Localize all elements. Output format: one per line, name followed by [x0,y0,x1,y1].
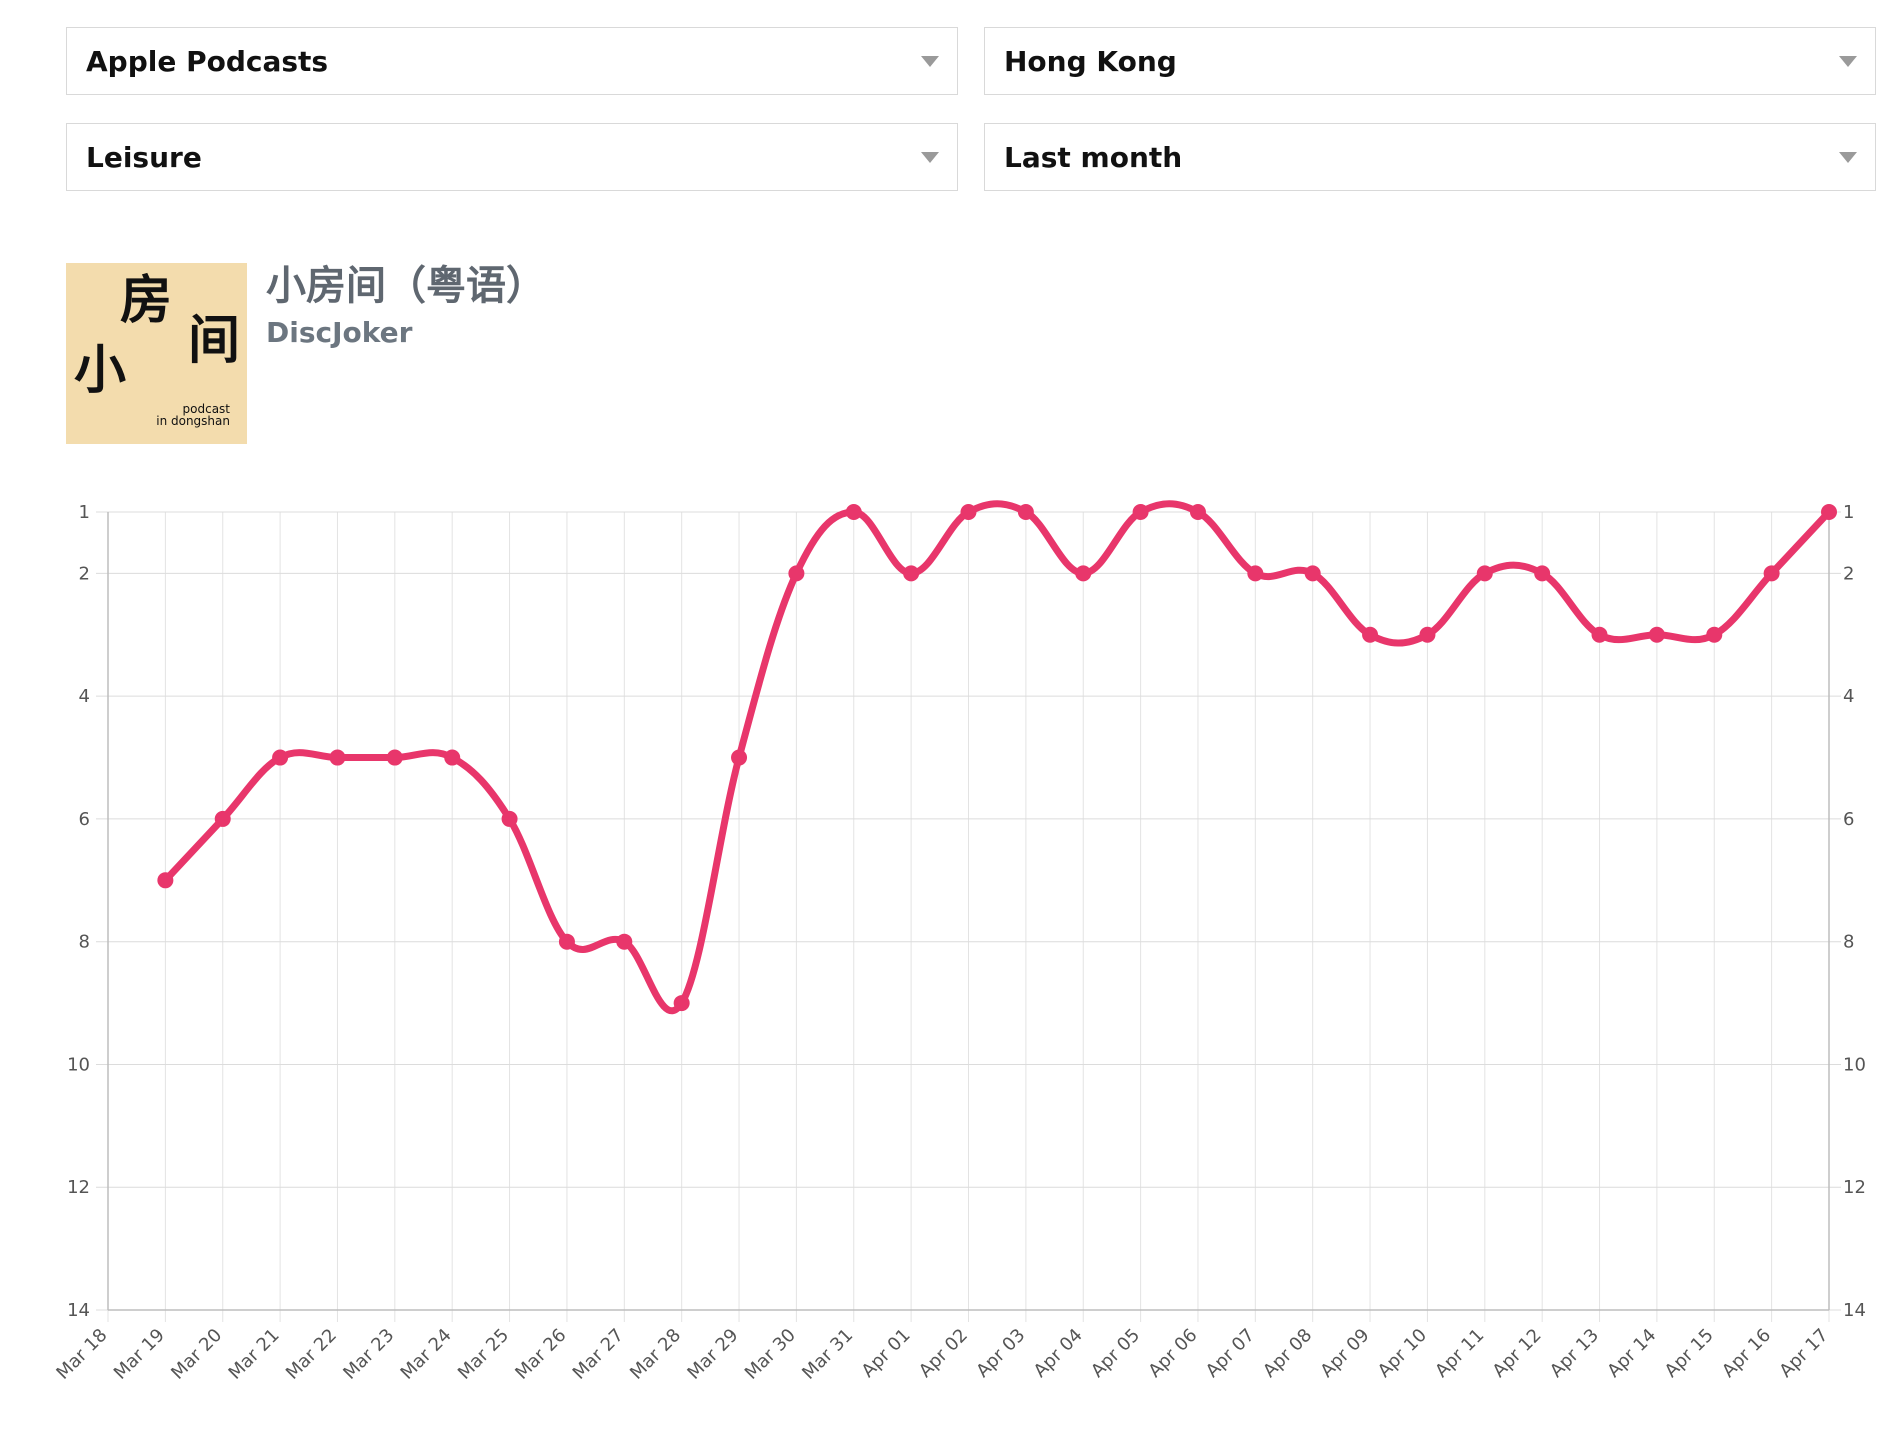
x-tick-label: Apr 01 [858,1325,915,1382]
rank-line-chart: 1 12 24 46 68 810 1012 1214 14Mar 18Mar 19Mar 20… [52,500,1866,1384]
x-tick-label: Apr 16 [1718,1325,1775,1382]
data-point [673,995,690,1012]
x-tick-label: Mar 23 [339,1325,398,1384]
data-point [1419,626,1436,643]
x-tick-label: Apr 07 [1202,1325,1259,1382]
data-point [1189,504,1206,520]
x-tick-label: Apr 17 [1775,1325,1832,1382]
platform-select-value: Apple Podcasts [86,44,329,78]
data-point [616,933,633,950]
data-point [1534,565,1551,582]
y-tick-label-right: 1 [1843,502,1854,523]
podcast-author: DiscJoker [266,316,413,349]
data-point [1075,565,1092,582]
data-point [501,810,518,827]
podcast-title: 小房间（粤语） [266,263,546,309]
cover-char-jian: 间 [188,311,241,371]
x-tick-label: Apr 10 [1374,1325,1431,1382]
x-tick-label: Apr 05 [1087,1325,1144,1382]
x-tick-label: Mar 30 [741,1325,800,1384]
x-tick-label: Mar 24 [397,1325,456,1384]
y-tick-label-right: 4 [1843,686,1854,707]
x-tick-label: Apr 15 [1661,1325,1718,1382]
x-tick-label: Mar 28 [626,1325,685,1384]
y-tick-label-left: 2 [79,563,90,584]
data-point [1304,565,1321,582]
x-tick-label: Mar 20 [167,1325,226,1384]
x-tick-label: Apr 09 [1316,1325,1373,1382]
x-tick-label: Apr 14 [1603,1325,1660,1382]
data-point [788,565,805,582]
x-tick-label: Apr 03 [972,1325,1029,1382]
y-tick-label-left: 10 [67,1054,90,1075]
y-tick-label-left: 12 [67,1177,90,1198]
cover-tag-line-2: in dongshan [156,414,230,428]
data-point [1821,504,1837,520]
x-tick-label: Mar 29 [683,1325,742,1384]
y-tick-label-right: 12 [1843,1177,1866,1198]
category-select-value: Leisure [86,140,202,174]
platform-select[interactable]: Apple Podcasts [66,27,958,95]
cover-char-xiao: 小 [74,341,127,401]
data-point [214,810,231,827]
chevron-down-icon [1839,152,1857,163]
x-tick-label: Apr 08 [1259,1325,1316,1382]
x-tick-label: Mar 22 [282,1325,341,1384]
data-point [386,749,403,766]
chevron-down-icon [921,56,939,67]
x-tick-label: Mar 19 [110,1325,169,1384]
category-select[interactable]: Leisure [66,123,958,191]
data-point [272,749,289,766]
chevron-down-icon [1839,56,1857,67]
y-tick-label-left: 1 [79,502,90,523]
y-tick-label-right: 2 [1843,563,1854,584]
data-point [329,749,346,766]
x-tick-label: Apr 02 [915,1325,972,1382]
x-tick-label: Apr 12 [1489,1325,1546,1382]
data-point [903,565,920,582]
y-tick-label-left: 14 [67,1300,90,1321]
data-point [960,504,977,520]
x-tick-label: Mar 18 [52,1325,111,1384]
data-point [845,504,862,520]
region-select-value: Hong Kong [1004,44,1177,78]
x-tick-label: Mar 31 [798,1325,857,1384]
data-point [1763,565,1780,582]
x-tick-label: Apr 11 [1431,1325,1488,1382]
x-tick-label: Mar 25 [454,1325,513,1384]
x-tick-label: Apr 13 [1546,1325,1603,1382]
period-select-value: Last month [1004,140,1183,174]
x-tick-label: Mar 26 [511,1325,570,1384]
series-line [161,500,1833,1015]
data-point [1247,565,1264,582]
x-tick-label: Apr 06 [1144,1325,1201,1382]
cover-char-fang: 房 [120,271,173,331]
data-point [558,933,575,950]
data-point [1706,626,1723,643]
region-select[interactable]: Hong Kong [984,27,1876,95]
y-tick-label-right: 14 [1843,1300,1866,1321]
data-point [444,749,461,766]
y-tick-label-left: 4 [79,686,90,707]
x-tick-label: Apr 04 [1030,1325,1087,1382]
data-point [157,872,174,889]
data-point [1132,504,1149,520]
x-tick-label: Mar 27 [569,1325,628,1384]
y-tick-label-left: 6 [79,809,90,830]
podcast-cover-art: 房 小 间 podcast in dongshan [66,263,247,444]
period-select[interactable]: Last month [984,123,1876,191]
y-tick-label-right: 10 [1843,1054,1866,1075]
y-tick-label-right: 6 [1843,809,1854,830]
data-point [1591,626,1608,643]
data-point [1017,504,1034,520]
data-point [731,749,748,766]
data-point [1362,626,1379,643]
data-point [1476,565,1493,582]
x-tick-label: Mar 21 [225,1325,284,1384]
chevron-down-icon [921,152,939,163]
y-tick-label-left: 8 [79,932,90,953]
y-tick-label-right: 8 [1843,932,1854,953]
data-point [1648,626,1665,643]
